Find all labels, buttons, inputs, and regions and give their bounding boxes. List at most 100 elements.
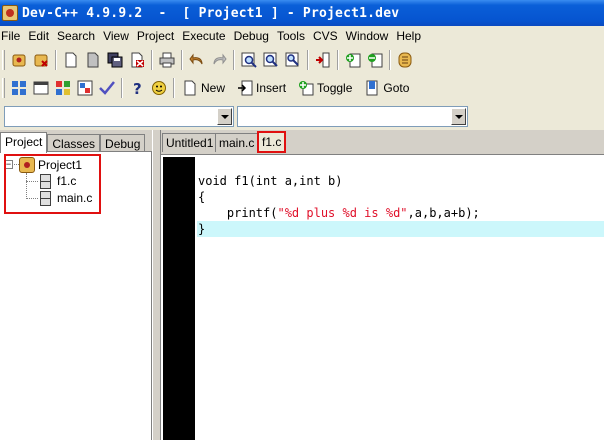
code-line: { — [197, 189, 604, 205]
print-button[interactable] — [156, 49, 178, 71]
goto-line-button[interactable] — [312, 49, 334, 71]
class-select[interactable] — [4, 106, 234, 127]
new-file-button[interactable] — [60, 49, 82, 71]
code-text: printf( — [198, 206, 278, 220]
check-syntax-button[interactable] — [96, 77, 118, 99]
menu-view[interactable]: View — [100, 26, 132, 46]
toggle-button[interactable]: Toggle — [294, 77, 356, 99]
new-button-label: New — [201, 81, 226, 95]
open-file-icon — [87, 52, 99, 68]
find-next-button[interactable] — [282, 49, 304, 71]
goto-line-icon — [316, 52, 330, 68]
toggle-bookmark-icon — [299, 81, 314, 96]
project-tree: − Project1 f1.c main.c — [0, 151, 152, 440]
tab-f1-c[interactable]: f1.c — [257, 131, 287, 153]
chevron-down-icon[interactable] — [451, 108, 466, 125]
window-title: Dev-C++ 4.9.9.2 - [ Project1 ] - Project… — [22, 5, 400, 21]
new-file-icon — [184, 80, 196, 96]
compile-button[interactable] — [8, 77, 30, 99]
printer-icon — [159, 52, 175, 68]
toolbar-separator — [389, 50, 391, 70]
project-options-icon — [398, 52, 412, 68]
toolbar-grip[interactable] — [2, 50, 5, 70]
toolbar-separator — [151, 50, 153, 70]
tab-untitled1[interactable]: Untitled1 — [162, 133, 218, 152]
code-area[interactable]: void f1(int a,int b) { printf("%d plus %… — [197, 173, 604, 237]
about-button[interactable] — [148, 77, 170, 99]
checkmark-icon — [99, 81, 115, 95]
toolbar-grip[interactable] — [2, 78, 5, 98]
menu-debug[interactable]: Debug — [231, 26, 272, 46]
panel-splitter[interactable] — [152, 130, 161, 440]
rebuild-button[interactable] — [74, 77, 96, 99]
member-select[interactable] — [237, 106, 468, 127]
editor-gutter — [163, 157, 195, 440]
window-icon — [33, 81, 49, 95]
toolbar-separator — [181, 50, 183, 70]
toolbar-separator — [55, 50, 57, 70]
close-project-icon — [34, 54, 48, 67]
svg-text:?: ? — [133, 80, 142, 96]
open-file-button[interactable] — [82, 49, 104, 71]
menu-project[interactable]: Project — [134, 26, 177, 46]
menu-search[interactable]: Search — [54, 26, 98, 46]
close-project-button[interactable] — [30, 49, 52, 71]
highlight-box — [4, 154, 101, 214]
main-toolbar — [0, 46, 604, 74]
add-to-project-button[interactable] — [342, 49, 364, 71]
compile-run-icon — [56, 81, 70, 95]
run-button[interactable] — [30, 77, 52, 99]
secondary-toolbar: ? New Insert Toggle Goto — [0, 74, 604, 102]
code-text: ,a,b,a+b); — [407, 206, 480, 220]
goto-button[interactable]: Goto — [360, 77, 413, 99]
open-project-button[interactable] — [8, 49, 30, 71]
close-file-button[interactable] — [126, 49, 148, 71]
add-to-project-icon — [346, 53, 361, 68]
undo-button[interactable] — [186, 49, 208, 71]
menu-cvs[interactable]: CVS — [310, 26, 341, 46]
menu-edit[interactable]: Edit — [25, 26, 52, 46]
find-next-icon — [285, 52, 299, 67]
remove-from-project-icon — [368, 53, 383, 68]
toolbar-separator — [121, 78, 123, 98]
class-browser-bar — [0, 102, 604, 130]
menu-window[interactable]: Window — [343, 26, 392, 46]
rebuild-icon — [77, 80, 93, 96]
help-button[interactable]: ? — [126, 77, 148, 99]
goto-bookmark-icon — [366, 80, 378, 96]
compile-icon — [12, 81, 26, 95]
code-line: void f1(int a,int b) — [197, 173, 604, 189]
toolbar-separator — [173, 78, 175, 98]
compile-run-button[interactable] — [52, 77, 74, 99]
menu-help[interactable]: Help — [393, 26, 424, 46]
goto-button-label: Goto — [383, 81, 410, 95]
replace-button[interactable] — [260, 49, 282, 71]
tab-project[interactable]: Project — [0, 132, 48, 153]
string-literal: "%d plus %d is %d" — [277, 206, 408, 220]
save-all-button[interactable] — [104, 49, 126, 71]
toolbar-separator — [233, 50, 235, 70]
replace-icon — [263, 52, 278, 67]
menu-bar: File Edit Search View Project Execute De… — [0, 26, 604, 46]
toolbar-separator — [307, 50, 309, 70]
code-text: } — [198, 222, 206, 236]
open-project-icon — [12, 54, 26, 67]
find-button[interactable] — [238, 49, 260, 71]
redo-button[interactable] — [208, 49, 230, 71]
menu-file[interactable]: File — [0, 26, 23, 46]
code-line: printf("%d plus %d is %d",a,b,a+b); — [197, 205, 604, 221]
menu-tools[interactable]: Tools — [274, 26, 308, 46]
new-button[interactable]: New — [178, 77, 229, 99]
chevron-down-icon[interactable] — [217, 108, 232, 125]
insert-button[interactable]: Insert — [233, 77, 290, 99]
menu-execute[interactable]: Execute — [179, 26, 228, 46]
remove-from-project-button[interactable] — [364, 49, 386, 71]
tab-main-c[interactable]: main.c — [215, 133, 259, 152]
find-icon — [241, 52, 257, 68]
help-icon: ? — [133, 80, 142, 96]
project-options-button[interactable] — [394, 49, 416, 71]
editor-tabs: Untitled1 main.c f1.c — [161, 130, 604, 154]
smiley-icon — [152, 81, 166, 95]
code-editor[interactable]: void f1(int a,int b) { printf("%d plus %… — [161, 154, 604, 440]
insert-icon — [238, 80, 253, 96]
